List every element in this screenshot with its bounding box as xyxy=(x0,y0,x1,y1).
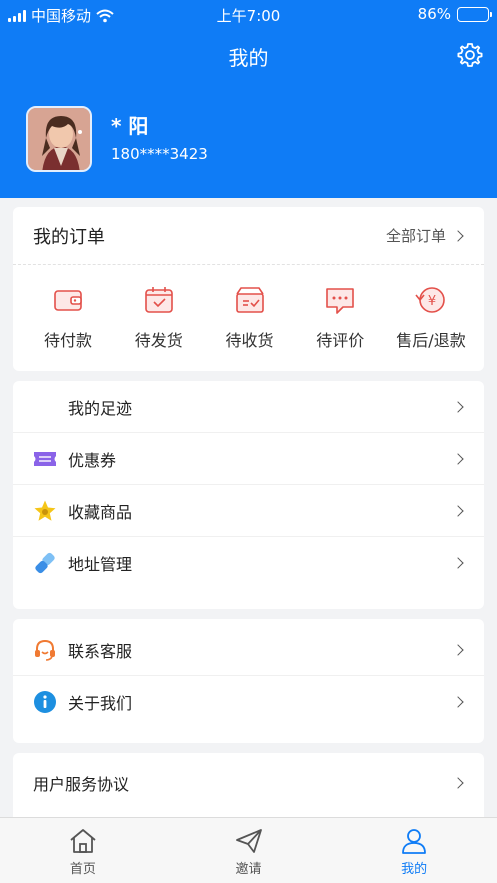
order-item-label: 待评价 xyxy=(316,331,365,350)
page-title: 我的 xyxy=(228,46,269,70)
chevron-right-icon xyxy=(452,696,464,708)
menu-card-3: 用户服务协议 xyxy=(13,753,484,817)
menu-item-label: 联系客服 xyxy=(68,641,133,661)
user-icon xyxy=(402,829,427,854)
menu-item-label: 关于我们 xyxy=(68,694,133,713)
chevron-right-icon xyxy=(452,557,464,569)
status-bar: 中国移动 上午7:00 86% xyxy=(0,0,497,28)
calendar-check-icon xyxy=(144,287,173,313)
tab-home[interactable]: 首页 xyxy=(0,818,166,883)
package-icon xyxy=(235,287,264,313)
profile-header: 中国移动 上午7:00 86% 我的 * 阳 180****3423 xyxy=(0,0,497,198)
avatar-image xyxy=(28,108,90,170)
menu-item-about[interactable]: 关于我们 xyxy=(13,676,484,728)
menu-item-service-agreement[interactable]: 用户服务协议 xyxy=(13,753,484,813)
all-orders-label: 全部订单 xyxy=(385,227,446,245)
order-item-label: 待付款 xyxy=(43,331,92,350)
order-after-sales[interactable]: ¥ 售后/退款 xyxy=(386,283,476,351)
tab-invite[interactable]: 邀请 xyxy=(166,818,332,883)
menu-item-label: 优惠券 xyxy=(68,450,117,470)
footprint-icon xyxy=(33,395,57,419)
link-icon xyxy=(33,551,57,575)
menu-item-footprints[interactable]: 我的足迹 xyxy=(13,381,484,433)
order-item-label: 售后/退款 xyxy=(396,331,466,350)
menu-item-favorites[interactable]: 收藏商品 xyxy=(13,485,484,537)
order-pending-receipt[interactable]: 待收货 xyxy=(205,283,295,351)
star-icon xyxy=(33,499,57,523)
battery-icon xyxy=(457,6,492,22)
home-icon xyxy=(70,829,96,853)
chevron-right-icon xyxy=(452,452,464,465)
info-icon xyxy=(33,690,57,714)
orders-card: 我的订单 全部订单 待付款 待发货 待收货 待评价 ¥ 售后/退款 xyxy=(13,207,484,371)
refund-icon: ¥ xyxy=(415,287,445,313)
tab-bar: 首页 邀请 我的 xyxy=(0,817,497,883)
orders-header: 我的订单 全部订单 xyxy=(13,207,484,265)
avatar[interactable] xyxy=(26,106,92,172)
menu-item-label: 用户服务协议 xyxy=(33,775,130,794)
chevron-right-icon xyxy=(452,229,464,242)
menu-card-1: 我的足迹 优惠券 收藏商品 地址管理 xyxy=(13,381,484,609)
order-pending-shipment[interactable]: 待发货 xyxy=(114,283,204,351)
tab-label: 我的 xyxy=(401,862,428,877)
gear-icon[interactable] xyxy=(457,42,483,68)
paper-plane-icon xyxy=(235,829,262,853)
menu-item-label: 地址管理 xyxy=(68,555,133,574)
order-item-label: 待收货 xyxy=(225,331,274,350)
chat-bubble-icon xyxy=(326,288,355,314)
tab-mine[interactable]: 我的 xyxy=(331,818,497,883)
svg-text:¥: ¥ xyxy=(428,294,436,309)
battery-percent: 86% xyxy=(417,5,451,23)
user-phone: 180****3423 xyxy=(111,145,208,163)
user-name: * 阳 xyxy=(111,114,149,138)
tab-label: 邀请 xyxy=(235,862,262,877)
tab-label: 首页 xyxy=(69,862,96,877)
order-pending-payment[interactable]: 待付款 xyxy=(23,283,113,351)
menu-item-label: 我的足迹 xyxy=(68,398,133,418)
menu-item-coupons[interactable]: 优惠券 xyxy=(13,433,484,485)
menu-card-2: 联系客服 关于我们 xyxy=(13,619,484,743)
coupon-icon xyxy=(33,447,57,471)
all-orders-link[interactable]: 全部订单 xyxy=(385,225,464,246)
menu-item-customer-service[interactable]: 联系客服 xyxy=(13,624,484,676)
orders-title: 我的订单 xyxy=(33,226,105,248)
order-pending-review[interactable]: 待评价 xyxy=(295,283,385,351)
menu-item-label: 收藏商品 xyxy=(68,502,133,522)
order-item-label: 待发货 xyxy=(134,331,183,350)
chevron-right-icon xyxy=(452,777,464,789)
wallet-icon xyxy=(54,290,82,311)
chevron-right-icon xyxy=(452,643,464,656)
menu-item-address[interactable]: 地址管理 xyxy=(13,537,484,589)
chevron-right-icon xyxy=(452,504,464,517)
chevron-right-icon xyxy=(452,400,464,413)
headset-icon xyxy=(33,638,57,662)
